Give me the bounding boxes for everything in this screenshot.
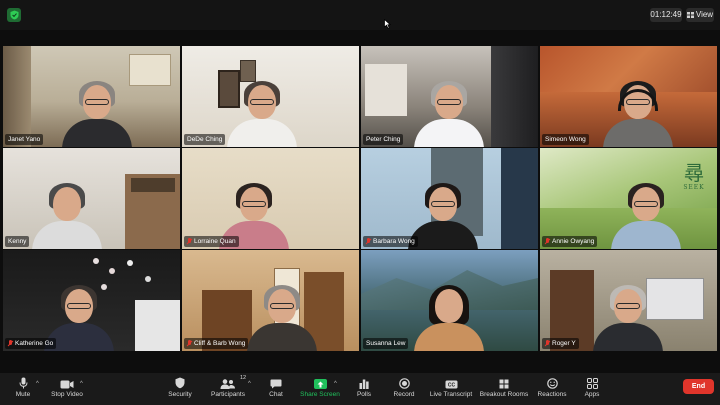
meeting-toolbar: Mute ^ Stop Video ^ Security 12 Particip… xyxy=(0,373,720,405)
participants-options-caret-icon[interactable]: ^ xyxy=(248,381,254,387)
participant-name-label: Annie Owyang xyxy=(542,236,598,247)
participant-video xyxy=(408,183,478,249)
participant-name-label: Janet Yano xyxy=(5,134,44,145)
security-button[interactable]: Security xyxy=(167,375,193,403)
participant-tile[interactable]: Simeon Wong xyxy=(540,46,717,147)
security-label: Security xyxy=(168,391,192,398)
view-button[interactable]: View xyxy=(686,8,714,22)
security-shield-icon xyxy=(175,377,185,389)
participant-video xyxy=(593,285,663,351)
meeting-timer: 01:12:49 xyxy=(650,8,682,22)
reactions-smiley-icon xyxy=(546,378,558,389)
polls-bar-icon xyxy=(359,379,369,389)
participant-video xyxy=(611,183,681,249)
view-label: View xyxy=(695,10,714,19)
stop-video-label: Stop Video xyxy=(51,391,83,398)
apps-icon xyxy=(586,378,598,389)
polls-label: Polls xyxy=(356,391,372,398)
mute-button[interactable]: Mute xyxy=(12,375,34,403)
live-transcript-label: Live Transcript xyxy=(429,391,473,398)
participant-video xyxy=(62,81,132,147)
participants-count-badge: 12 xyxy=(240,375,247,381)
share-screen-label: Share Screen xyxy=(300,391,340,398)
polls-button[interactable]: Polls xyxy=(354,375,374,403)
chat-label: Chat xyxy=(269,391,283,398)
participant-tile[interactable]: 尋 SEEK Annie Owyang xyxy=(540,148,717,249)
share-screen-button[interactable]: Share Screen xyxy=(300,375,340,403)
muted-mic-icon xyxy=(187,238,192,245)
mouse-cursor-icon xyxy=(384,16,392,34)
chat-button[interactable]: Chat xyxy=(266,375,286,403)
participant-name-label: Roger Y xyxy=(542,338,579,349)
participant-name-label: Susanna Lew xyxy=(363,338,409,349)
video-grid: Janet Yano DeDe Ching Peter Ching Simeon… xyxy=(3,46,717,351)
participant-video xyxy=(603,81,673,147)
participant-name-label: Simeon Wong xyxy=(542,134,589,145)
muted-mic-icon xyxy=(366,238,371,245)
participant-tile[interactable]: DeDe Ching xyxy=(182,46,359,147)
encryption-shield-icon[interactable] xyxy=(7,8,21,22)
participant-name-label: DeDe Ching xyxy=(184,134,226,145)
participant-tile[interactable]: Kenny xyxy=(3,148,180,249)
end-meeting-button[interactable]: End xyxy=(683,379,714,394)
record-icon xyxy=(398,378,410,389)
reactions-button[interactable]: Reactions xyxy=(538,375,566,403)
grid-view-icon xyxy=(686,12,694,18)
share-options-caret-icon[interactable]: ^ xyxy=(334,381,340,387)
participants-button[interactable]: 12 Participants xyxy=(210,375,246,403)
participant-tile[interactable]: Peter Ching xyxy=(361,46,538,147)
participant-video xyxy=(414,285,484,351)
participant-tile[interactable]: Lorraine Quan xyxy=(182,148,359,249)
top-bar: 01:12:49 View xyxy=(0,0,720,30)
svg-text:CC: CC xyxy=(447,383,455,389)
participant-name-label: Barbara Wong xyxy=(363,236,418,247)
participant-tile[interactable]: Barbara Wong xyxy=(361,148,538,249)
apps-label: Apps xyxy=(584,391,600,398)
participant-tile[interactable]: Janet Yano xyxy=(3,46,180,147)
participant-video xyxy=(32,183,102,249)
breakout-rooms-icon xyxy=(499,379,509,389)
breakout-rooms-label: Breakout Rooms xyxy=(479,391,529,398)
participant-name-label: Lorraine Quan xyxy=(184,236,239,247)
video-options-caret-icon[interactable]: ^ xyxy=(80,381,86,387)
live-transcript-button[interactable]: CC Live Transcript xyxy=(429,375,473,403)
share-screen-icon xyxy=(313,379,327,389)
participant-video xyxy=(247,285,317,351)
participant-video xyxy=(414,81,484,147)
mute-options-caret-icon[interactable]: ^ xyxy=(36,381,42,387)
stop-video-button[interactable]: Stop Video xyxy=(50,375,84,403)
participant-name-label: Peter Ching xyxy=(363,134,404,145)
chat-bubble-icon xyxy=(270,379,282,389)
muted-mic-icon xyxy=(545,340,550,347)
record-label: Record xyxy=(393,391,415,398)
reactions-label: Reactions xyxy=(537,391,567,398)
closed-caption-icon: CC xyxy=(445,380,457,389)
participant-tile-active-speaker[interactable]: Susanna Lew xyxy=(361,250,538,351)
muted-mic-icon xyxy=(8,340,13,347)
microphone-icon xyxy=(19,377,27,389)
participant-tile[interactable]: Roger Y xyxy=(540,250,717,351)
seek-logo: 尋 SEEK xyxy=(683,161,705,191)
participant-tile[interactable]: Cliff & Barb Wong xyxy=(182,250,359,351)
participant-name-label: Cliff & Barb Wong xyxy=(184,338,249,349)
video-camera-icon xyxy=(60,380,74,389)
muted-mic-icon xyxy=(545,238,550,245)
record-button[interactable]: Record xyxy=(392,375,416,403)
muted-mic-icon xyxy=(187,340,192,347)
participants-icon xyxy=(220,379,235,389)
participant-name-label: Kenny xyxy=(5,236,30,247)
apps-button[interactable]: Apps xyxy=(582,375,602,403)
mute-label: Mute xyxy=(15,391,31,398)
participant-video xyxy=(227,81,297,147)
breakout-rooms-button[interactable]: Breakout Rooms xyxy=(479,375,529,403)
participant-name-label: Katherine Go xyxy=(5,338,57,349)
participant-tile[interactable]: Katherine Go xyxy=(3,250,180,351)
participants-label: Participants xyxy=(211,391,245,398)
